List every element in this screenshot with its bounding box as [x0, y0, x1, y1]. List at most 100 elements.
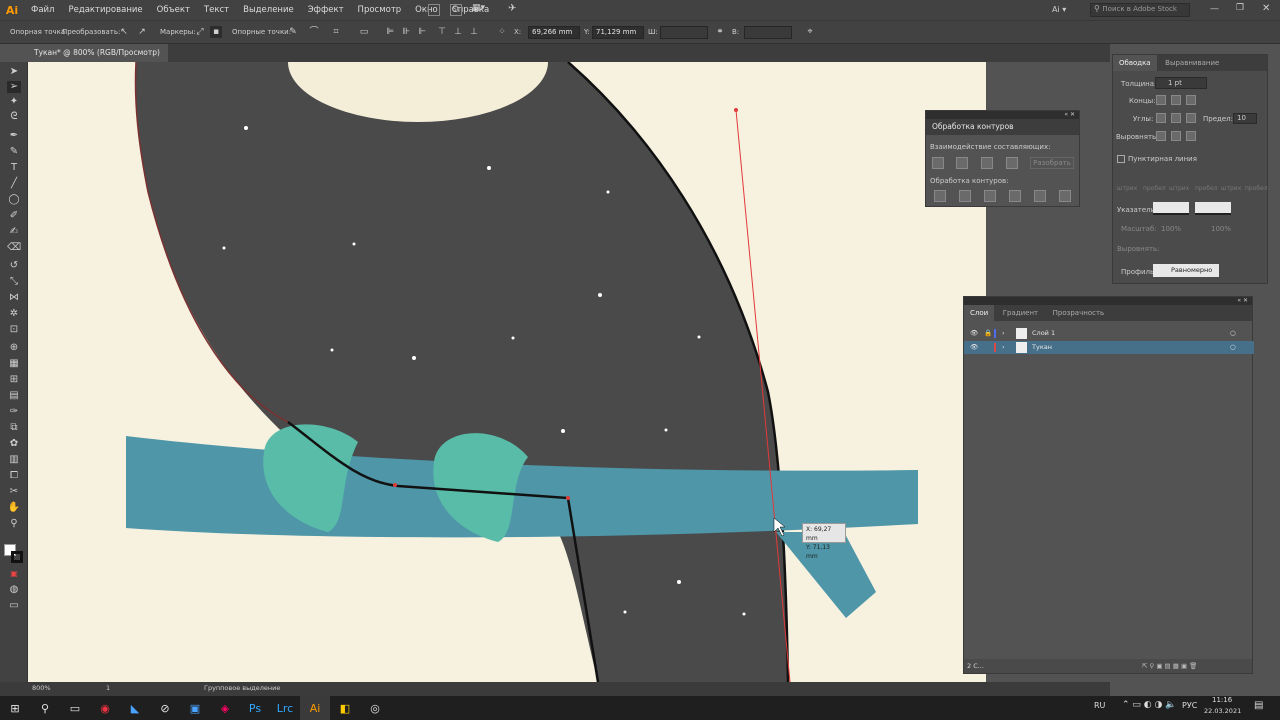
zoom-tool-icon[interactable]: ⚲ [7, 518, 21, 530]
width-tool-icon[interactable]: ⋈ [7, 292, 21, 304]
transform-icon[interactable]: ⌖ [804, 26, 816, 38]
type-tool-icon[interactable]: T [7, 162, 21, 174]
layer-row-1[interactable]: 👁 🔒 › Слой 1 ○ [964, 327, 1254, 340]
hide-handles-icon[interactable]: ▪ [210, 26, 222, 38]
align-center-stroke-icon[interactable] [1156, 131, 1166, 141]
input-indicator[interactable]: РУС [1182, 701, 1197, 710]
magic-wand-icon[interactable]: ✦ [7, 96, 21, 108]
blend-tool-icon[interactable]: ⧉ [7, 422, 21, 434]
start-icon[interactable]: ⊞ [0, 696, 30, 720]
drawing-mode-icon[interactable]: ◍ [7, 584, 21, 596]
stroke-swatch[interactable] [11, 551, 23, 563]
cut-path-icon[interactable]: ⌗ [330, 26, 342, 38]
tab-layers[interactable]: Слои [964, 305, 995, 321]
minimize-icon[interactable]: — [1210, 4, 1219, 14]
limit-field[interactable]: 10 [1233, 113, 1257, 124]
free-transform-icon[interactable]: ⊡ [7, 324, 21, 336]
align-top-icon[interactable]: ⊤ [436, 26, 448, 38]
start-arrowhead-select[interactable] [1153, 202, 1189, 215]
pen-tool-icon[interactable]: ✒ [7, 130, 21, 142]
scale-start[interactable]: 100% [1161, 225, 1181, 233]
status-text[interactable]: Групповое выделение [204, 684, 280, 692]
tray-icons[interactable]: ⌃ ▭ ◐ ◑ 🔈 [1122, 700, 1176, 710]
trim-icon[interactable] [959, 190, 971, 202]
unite-icon[interactable] [932, 157, 944, 169]
square-cap-icon[interactable] [1186, 95, 1196, 105]
notifications-icon[interactable]: ▤ [1254, 700, 1263, 711]
weight-field[interactable]: 1 pt [1155, 77, 1207, 89]
curvature-tool-icon[interactable]: ✎ [7, 146, 21, 158]
tab-align[interactable]: Выравнивание [1159, 55, 1225, 71]
ellipse-tool-icon[interactable]: ◯ [7, 194, 21, 206]
x-field[interactable]: 69,266 mm [528, 26, 580, 39]
reference-point-icon[interactable]: ⁘ [496, 26, 508, 38]
bridge-icon[interactable] [428, 4, 440, 16]
document-tab[interactable]: Тукан* @ 800% (RGB/Просмотр) × [28, 44, 168, 75]
minus-back-icon[interactable] [1059, 190, 1071, 202]
target-icon[interactable]: ○ [1230, 341, 1236, 354]
dash-3[interactable]: штрих [1221, 185, 1241, 192]
menu-effect[interactable]: Эффект [301, 0, 351, 20]
anchor-point-2[interactable] [566, 496, 570, 500]
photoshop-icon[interactable]: Ps [240, 696, 270, 720]
gap-2[interactable]: пробел [1195, 185, 1218, 192]
rotate-tool-icon[interactable]: ↺ [7, 260, 21, 272]
selection-tool-icon[interactable]: ➤ [7, 66, 21, 78]
profile-select[interactable]: Равномерно [1153, 264, 1219, 277]
gradient-tool-icon[interactable]: ▤ [7, 390, 21, 402]
visibility-icon[interactable]: 👁 [970, 341, 978, 354]
menu-file[interactable]: Файл [24, 0, 61, 20]
minus-front-icon[interactable] [956, 157, 968, 169]
align-right-icon[interactable]: ⊩ [416, 26, 428, 38]
search-icon[interactable]: ⚲ [30, 696, 60, 720]
butt-cap-icon[interactable] [1156, 95, 1166, 105]
remove-anchor-icon[interactable]: ✎ [287, 26, 299, 38]
stock-search[interactable]: ⚲ Поиск в Adobe Stock [1090, 3, 1190, 17]
workspace-switcher[interactable]: Ai ▾ [1052, 5, 1066, 14]
clock-time[interactable]: 11:16 [1212, 696, 1232, 704]
isolate-icon[interactable]: ▭ [358, 26, 370, 38]
connect-anchor-icon[interactable]: ⌒ [308, 26, 320, 38]
lightroom-icon[interactable]: Lrc [270, 696, 300, 720]
graph-tool-icon[interactable]: ▥ [7, 454, 21, 466]
clock-date[interactable]: 22.03.2021 [1204, 707, 1241, 715]
bevel-join-icon[interactable] [1186, 113, 1196, 123]
color-mode-icon[interactable]: ▣ [7, 568, 21, 580]
expand-icon[interactable]: › [1002, 327, 1005, 340]
target-icon[interactable]: ○ [1230, 327, 1236, 340]
symbol-sprayer-icon[interactable]: ✿ [7, 438, 21, 450]
divide-icon[interactable] [934, 190, 946, 202]
hand-tool-icon[interactable]: ✋ [7, 502, 21, 514]
menu-view[interactable]: Просмотр [351, 0, 409, 20]
convert-corner-icon[interactable]: ↖ [118, 26, 130, 38]
shape-builder-icon[interactable]: ⊕ [7, 342, 21, 354]
dash-1[interactable]: штрих [1117, 185, 1137, 192]
task-view-icon[interactable]: ▭ [60, 696, 90, 720]
artboard-tool-icon[interactable]: ⧠ [7, 470, 21, 482]
illustrator-icon[interactable]: Ai [300, 696, 330, 720]
round-cap-icon[interactable] [1171, 95, 1181, 105]
eyedropper-icon[interactable]: ✑ [7, 406, 21, 418]
tab-transparency[interactable]: Прозрачность [1047, 305, 1111, 321]
scale-tool-icon[interactable]: ⤡ [7, 276, 21, 288]
exclude-icon[interactable] [1006, 157, 1018, 169]
anchor-point[interactable] [393, 483, 397, 487]
show-handles-icon[interactable]: ⤢ [194, 26, 206, 38]
outline-icon[interactable] [1034, 190, 1046, 202]
lasso-icon[interactable]: ᘓ [7, 111, 21, 123]
align-bottom-icon[interactable]: ⊥ [468, 26, 480, 38]
menu-object[interactable]: Объект [150, 0, 197, 20]
menu-type[interactable]: Текст [197, 0, 236, 20]
app-icon-3[interactable]: ▣ [180, 696, 210, 720]
app-icon-2[interactable]: ⊘ [150, 696, 180, 720]
app-icon-6[interactable]: ◎ [360, 696, 390, 720]
screen-mode-icon[interactable]: ▭ [7, 600, 21, 612]
close-window-icon[interactable]: ✕ [1262, 3, 1270, 14]
w-field[interactable] [660, 26, 708, 39]
app-icon-4[interactable]: ◈ [210, 696, 240, 720]
round-join-icon[interactable] [1171, 113, 1181, 123]
tab-stroke[interactable]: Обводка [1113, 55, 1157, 71]
intersect-icon[interactable] [981, 157, 993, 169]
gap-3[interactable]: пробел [1245, 185, 1268, 192]
perspective-grid-icon[interactable]: ▦ [7, 358, 21, 370]
